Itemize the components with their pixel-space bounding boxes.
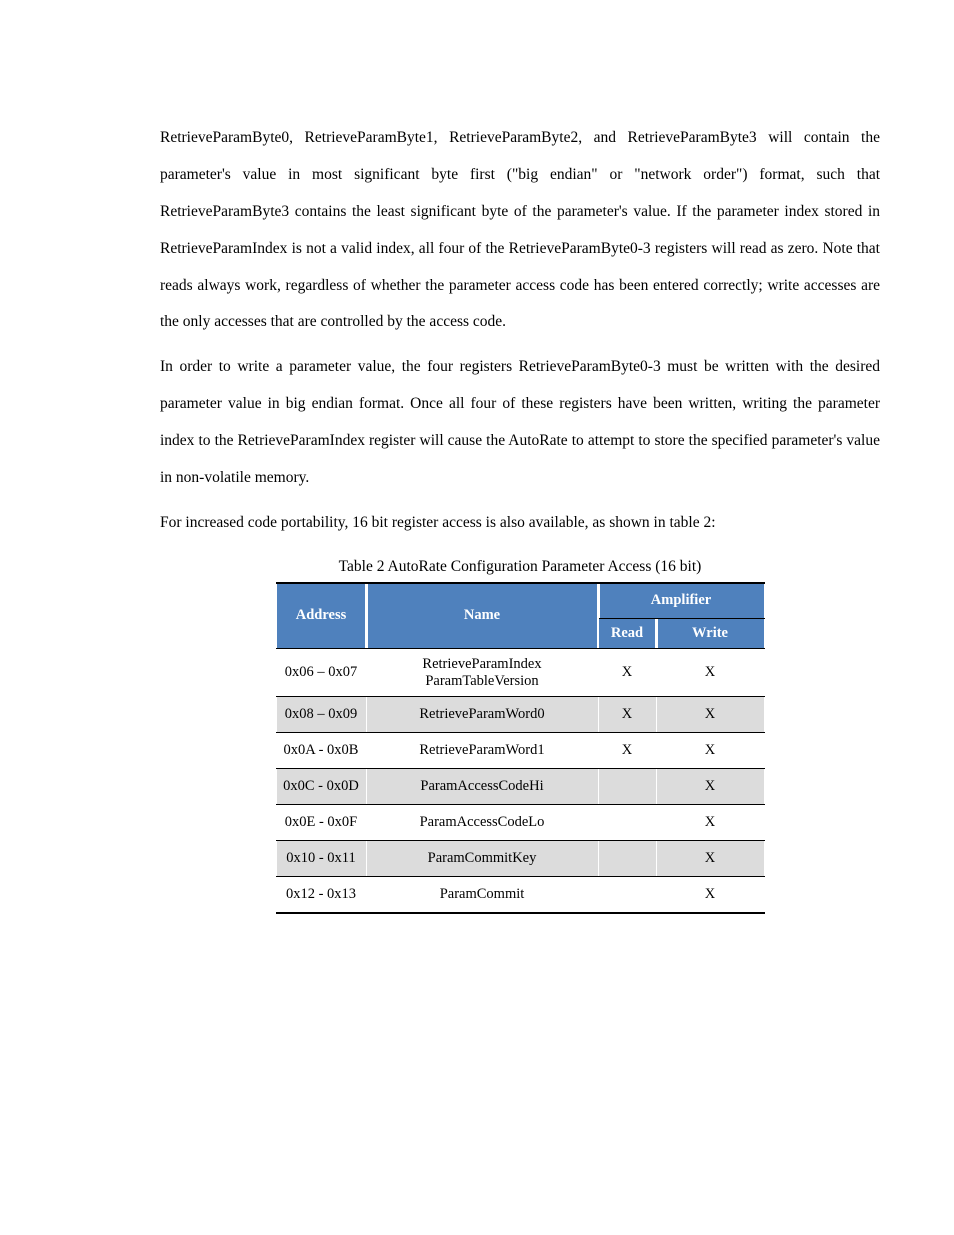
cell-address: 0x0E - 0x0F [276,805,366,841]
page-content: RetrieveParamByte0, RetrieveParamByte1, … [160,120,880,914]
col-header-write: Write [656,619,764,649]
table-row: 0x08 – 0x09 RetrieveParamWord0 X X [276,697,764,733]
cell-read [598,805,656,841]
cell-read [598,769,656,805]
paragraph-1: RetrieveParamByte0, RetrieveParamByte1, … [160,120,880,341]
cell-name: ParamAccessCodeLo [366,805,598,841]
config-param-table: Address Name Amplifier Read Write 0x06 –… [276,582,765,914]
cell-write: X [656,733,764,769]
cell-write: X [656,697,764,733]
table-row: 0x12 - 0x13 ParamCommit X [276,877,764,913]
cell-address: 0x12 - 0x13 [276,877,366,913]
table-row: 0x0A - 0x0B RetrieveParamWord1 X X [276,733,764,769]
cell-read [598,877,656,913]
text-line: accesses that are controlled by the acce… [214,313,506,330]
text-line: In order to write a parameter value, the… [160,358,769,375]
text-line: RetrieveParamByte0, RetrieveParamByte1, … [160,129,792,146]
col-header-amplifier: Amplifier [598,583,764,619]
cell-write: X [656,841,764,877]
cell-read: X [598,733,656,769]
paragraph-2: In order to write a parameter value, the… [160,349,880,497]
cell-name-line2: ParamTableVersion [425,673,538,689]
cell-name: RetrieveParamIndex ParamTableVersion [366,649,598,697]
cell-address: 0x0A - 0x0B [276,733,366,769]
cell-write: X [656,877,764,913]
table-wrap: Address Name Amplifier Read Write 0x06 –… [160,582,880,914]
cell-name: ParamCommit [366,877,598,913]
table-row: 0x06 – 0x07 RetrieveParamIndex ParamTabl… [276,649,764,697]
text-line: For increased code portability, 16 bit r… [160,514,716,531]
cell-address: 0x10 - 0x11 [276,841,366,877]
table-caption: Table 2 AutoRate Configuration Parameter… [160,558,880,576]
col-header-name: Name [366,583,598,649]
cell-address: 0x06 – 0x07 [276,649,366,697]
paragraph-3: For increased code portability, 16 bit r… [160,505,880,542]
cell-address: 0x0C - 0x0D [276,769,366,805]
cell-name: RetrieveParamWord1 [366,733,598,769]
table-row: 0x0C - 0x0D ParamAccessCodeHi X [276,769,764,805]
cell-read: X [598,697,656,733]
cell-write: X [656,769,764,805]
col-header-read: Read [598,619,656,649]
cell-read [598,841,656,877]
cell-name: ParamAccessCodeHi [366,769,598,805]
table-row: 0x10 - 0x11 ParamCommitKey X [276,841,764,877]
cell-name: ParamCommitKey [366,841,598,877]
cell-write: X [656,649,764,697]
cell-write: X [656,805,764,841]
table-row: 0x0E - 0x0F ParamAccessCodeLo X [276,805,764,841]
cell-read: X [598,649,656,697]
cell-name: RetrieveParamWord0 [366,697,598,733]
col-header-address: Address [276,583,366,649]
cell-name-line1: RetrieveParamIndex [422,656,541,672]
cell-address: 0x08 – 0x09 [276,697,366,733]
